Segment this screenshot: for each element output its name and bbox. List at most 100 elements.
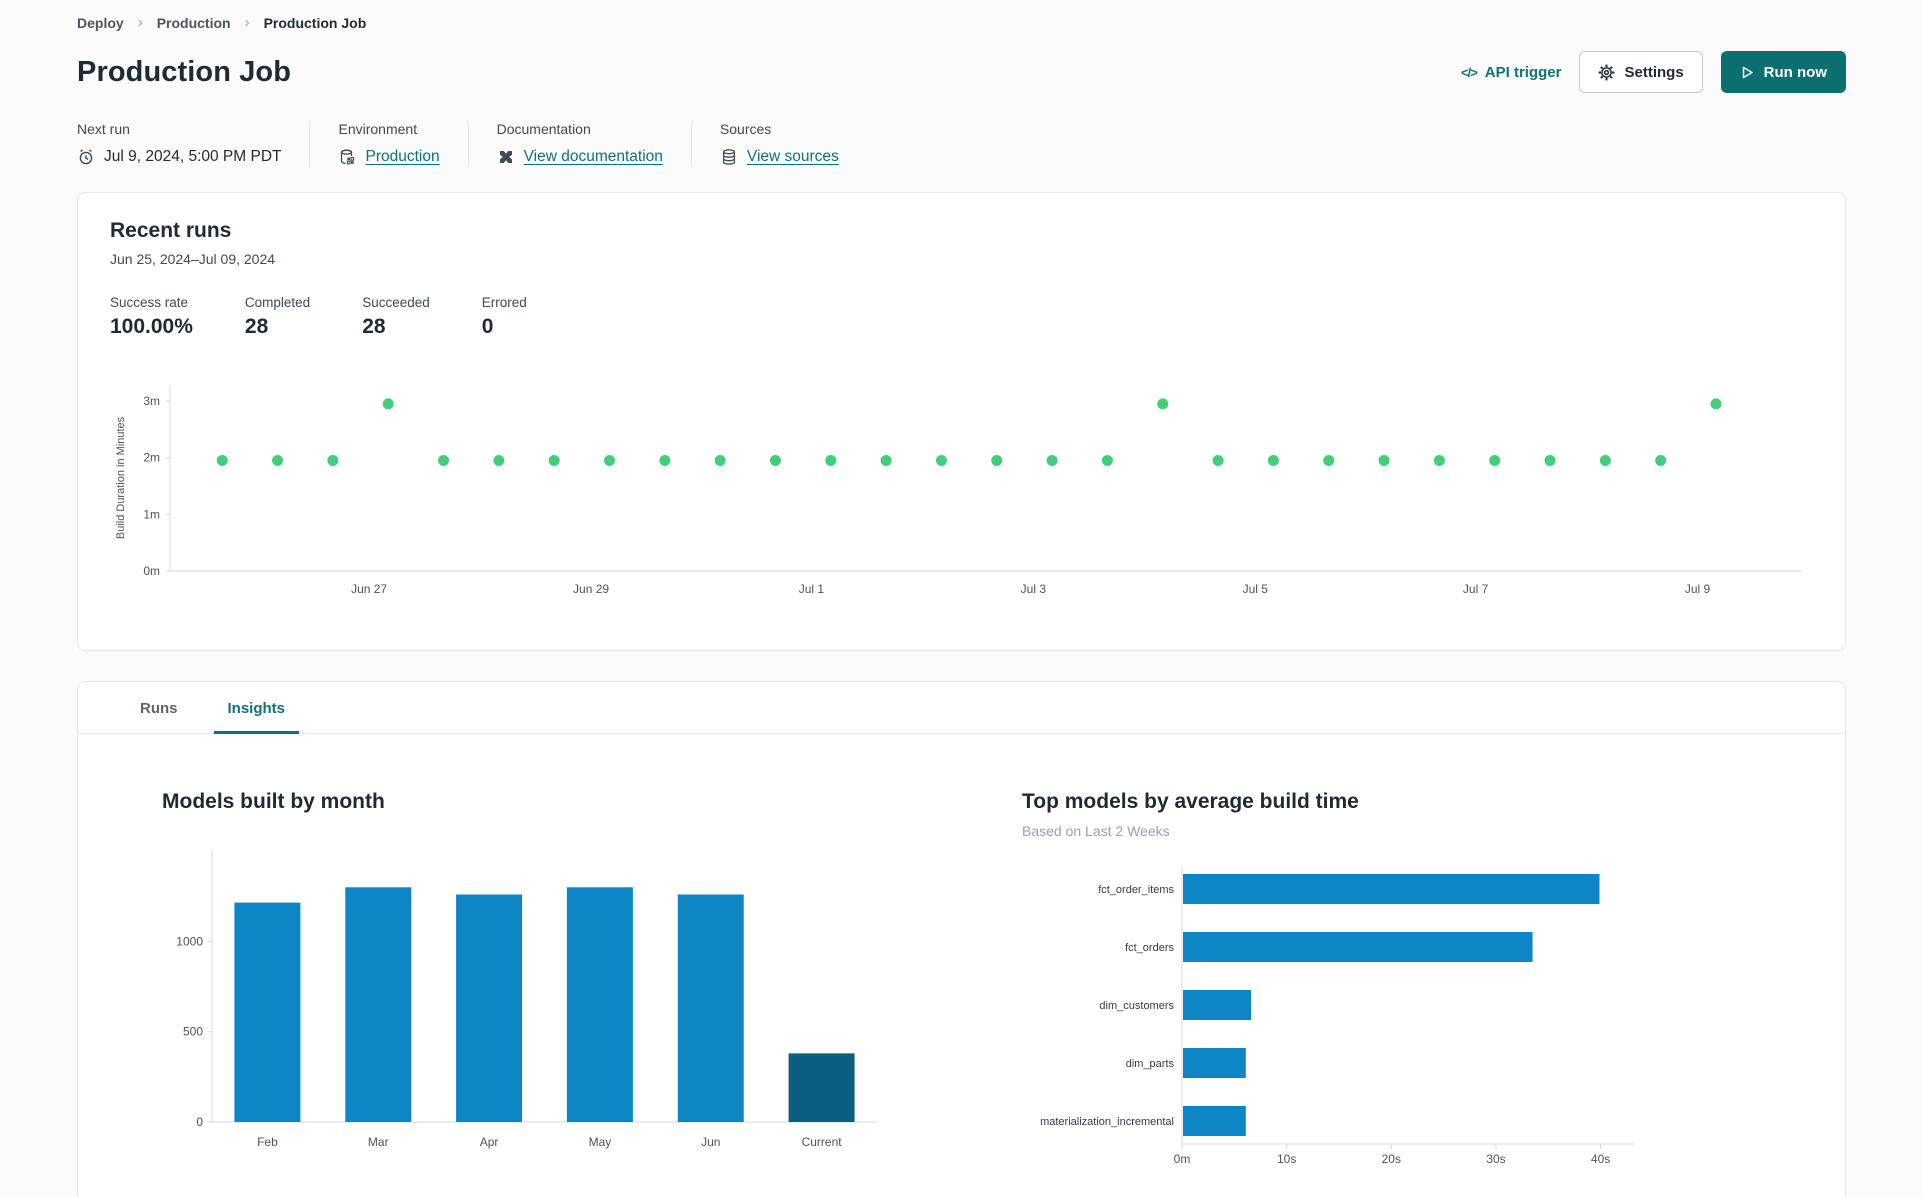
svg-text:3m: 3m [143, 394, 160, 408]
job-info-bar: Next run Jul 9, 2024, 5:00 PM PDT Enviro… [77, 121, 1846, 166]
breadcrumb-item-production[interactable]: Production [157, 15, 231, 31]
recent-runs-stats: Success rate 100.00% Completed 28 Succee… [110, 295, 1813, 339]
svg-text:Jun 29: Jun 29 [573, 582, 609, 596]
documentation-label: Documentation [496, 121, 591, 137]
svg-text:0: 0 [196, 1115, 203, 1129]
svg-text:fct_orders: fct_orders [1125, 942, 1174, 954]
view-sources-link[interactable]: View sources [747, 148, 839, 166]
svg-text:Feb: Feb [257, 1135, 278, 1149]
sources-database-icon [722, 149, 735, 165]
view-documentation-link[interactable]: View documentation [524, 148, 663, 166]
svg-text:0m: 0m [143, 564, 160, 578]
svg-text:1000: 1000 [176, 934, 203, 948]
svg-text:2m: 2m [143, 451, 160, 465]
svg-text:materialization_incremental: materialization_incremental [1040, 1116, 1174, 1128]
run-now-button[interactable]: Run now [1720, 51, 1846, 93]
stat-value: 28 [362, 315, 386, 338]
run-now-label: Run now [1763, 63, 1827, 81]
svg-text:May: May [589, 1135, 612, 1149]
stat-succeeded: Succeeded 28 [362, 295, 430, 339]
sources-label: Sources [719, 121, 772, 137]
environment-value: Production [338, 148, 440, 166]
svg-text:Jul 3: Jul 3 [1021, 582, 1047, 596]
svg-text:30s: 30s [1486, 1152, 1505, 1166]
api-trigger-label: API trigger [1484, 63, 1562, 81]
page: Deploy › Production › Production Job Pro… [0, 0, 1923, 1197]
breadcrumb: Deploy › Production › Production Job [77, 10, 1846, 33]
tab-bar: Runs Insights [78, 682, 1845, 734]
stat-label: Succeeded [362, 295, 430, 310]
models-by-month-block: Models built by month 0 500 1000 Feb Mar Apr M… [162, 790, 882, 1187]
recent-runs-title: Recent runs [110, 219, 232, 242]
next-run-group: Next run Jul 9, 2024, 5:00 PM PDT [77, 121, 281, 166]
recent-runs-card: Recent runs Jun 25, 2024–Jul 09, 2024 Su… [77, 192, 1846, 651]
svg-text:Mar: Mar [368, 1135, 389, 1149]
top-models-subtitle: Based on Last 2 Weeks [1022, 823, 1170, 839]
divider [467, 123, 469, 166]
svg-text:Current: Current [802, 1135, 843, 1149]
svg-text:Jul 7: Jul 7 [1463, 582, 1489, 596]
top-models-block: Top models by average build time Based o… [1022, 790, 1662, 1187]
top-models-chart[interactable]: 0m 10s 20s 30s 40s fct_order_items fct_ordersd… [1022, 859, 1662, 1179]
svg-text:1m: 1m [143, 507, 160, 521]
environment-database-icon [341, 149, 355, 165]
code-icon: </> [1461, 64, 1478, 80]
alarm-clock-icon [79, 149, 93, 165]
next-run-value: Jul 9, 2024, 5:00 PM PDT [77, 148, 281, 166]
svg-text:20s: 20s [1382, 1152, 1401, 1166]
insights-panel: Models built by month 0 500 1000 Feb Mar Apr M… [78, 734, 1845, 1197]
runs-insights-card: Runs Insights Models built by month 0 500… [77, 681, 1846, 1197]
stat-value: 0 [481, 315, 494, 338]
settings-label: Settings [1624, 63, 1684, 81]
top-models-title: Top models by average build time [1022, 790, 1359, 813]
svg-text:dim_parts: dim_parts [1126, 1058, 1175, 1070]
play-icon [1742, 66, 1753, 78]
recent-runs-date-range: Jun 25, 2024–Jul 09, 2024 [110, 251, 276, 267]
environment-link[interactable]: Production [365, 148, 439, 166]
stat-label: Completed [244, 295, 311, 310]
models-by-month-chart[interactable]: 0 500 1000 Feb Mar Apr May Jun Current [162, 842, 882, 1187]
stat-label: Success rate [110, 295, 189, 310]
breadcrumb-item-production-job: Production Job [263, 14, 367, 31]
sources-group: Sources View sources [720, 121, 839, 166]
dbt-docs-icon [499, 151, 512, 163]
sources-value: View sources [720, 148, 839, 166]
svg-text:Jul 9: Jul 9 [1685, 582, 1711, 596]
settings-button[interactable]: Settings [1579, 51, 1703, 93]
environment-label: Environment [338, 121, 418, 137]
documentation-value: View documentation [497, 148, 663, 166]
stat-value: 100.00% [110, 315, 193, 338]
tab-runs[interactable]: Runs [126, 682, 192, 734]
svg-text:Apr: Apr [480, 1135, 499, 1149]
svg-text:Build Duration in Minutes: Build Duration in Minutes [115, 416, 127, 539]
api-trigger-link[interactable]: </> API trigger [1461, 64, 1561, 81]
build-duration-chart[interactable]: 0m 1m 2m 3m Build Duration in Minutes Jun 27 J… [110, 371, 1813, 616]
svg-text:dim_customers: dim_customers [1099, 1000, 1174, 1012]
next-run-datetime: Jul 9, 2024, 5:00 PM PDT [104, 148, 282, 165]
svg-text:500: 500 [183, 1025, 203, 1039]
svg-text:Jul 1: Jul 1 [799, 582, 825, 596]
svg-text:0m: 0m [1174, 1152, 1191, 1166]
svg-text:Jul 5: Jul 5 [1243, 582, 1269, 596]
svg-text:Jun: Jun [701, 1135, 720, 1149]
stat-errored: Errored 0 [482, 295, 527, 339]
header-actions: </> API trigger Settings Run now [1461, 51, 1846, 93]
next-run-label: Next run [77, 121, 130, 137]
page-header: Production Job </> API trigger Settings … [77, 51, 1846, 93]
stat-success-rate: Success rate 100.00% [110, 295, 193, 339]
svg-text:10s: 10s [1277, 1152, 1296, 1166]
svg-text:fct_order_items: fct_order_items [1098, 884, 1174, 896]
page-title: Production Job [77, 55, 292, 88]
stat-completed: Completed 28 [245, 295, 310, 339]
stat-value: 28 [244, 315, 269, 338]
svg-text:40s: 40s [1591, 1152, 1610, 1166]
divider [690, 123, 692, 166]
breadcrumb-item-deploy[interactable]: Deploy [77, 15, 124, 31]
svg-text:Jun 27: Jun 27 [351, 582, 387, 596]
chevron-right-icon: › [137, 14, 143, 31]
divider [309, 123, 311, 166]
chevron-right-icon: › [244, 14, 250, 31]
tab-insights[interactable]: Insights [213, 682, 300, 734]
environment-group: Environment Production [338, 121, 439, 166]
gear-icon [1599, 64, 1615, 80]
